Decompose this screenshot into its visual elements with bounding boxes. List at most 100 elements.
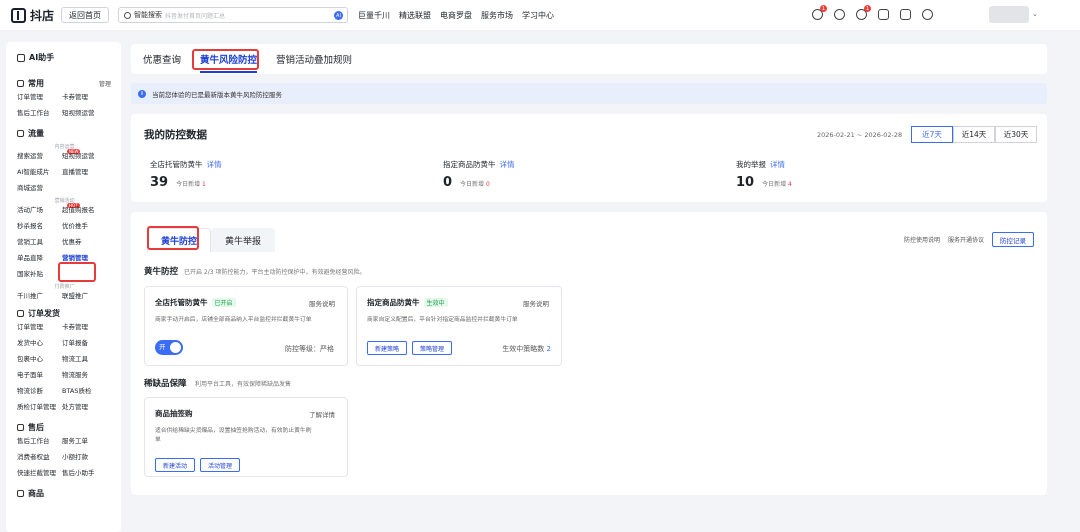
stat-sub-value: 0	[485, 181, 490, 188]
user-icon[interactable]	[834, 9, 845, 20]
top-nav-item[interactable]: 服务市场	[481, 10, 513, 21]
sidebar-item[interactable]: 快速拦截管理	[17, 469, 62, 478]
sidebar-item[interactable]: AI智能成片	[17, 168, 62, 177]
new-strategy-button[interactable]: 新建策略	[367, 341, 407, 355]
sidebar-item[interactable]: 订单管理	[17, 323, 62, 332]
sidebar-item[interactable]: 售后工作台	[17, 437, 62, 446]
monitor-icon[interactable]	[878, 9, 889, 20]
detail-link[interactable]: 详情	[500, 159, 515, 170]
top-nav-item[interactable]: 精选联盟	[399, 10, 431, 21]
sidebar-item[interactable]: 优价推手	[62, 222, 112, 231]
sidebar-item[interactable]: 商城运营	[17, 184, 62, 193]
strategy-count: 生效中策略数 2	[502, 344, 551, 354]
sidebar-item[interactable]: 发货中心	[17, 339, 62, 348]
sidebar-item[interactable]: 超值购报名	[62, 206, 112, 215]
range-7d-button[interactable]: 近7天	[911, 126, 953, 143]
sidebar-item[interactable]: 物流服务	[62, 371, 112, 380]
section-desc-scarce: 利用平台工具，有效保障稀缺品发售	[195, 381, 292, 388]
sidebar-item[interactable]: 小额打款	[62, 453, 112, 462]
tab-discount-query[interactable]: 优惠查询	[143, 52, 181, 66]
sidebar-item[interactable]: 卡券管理	[62, 323, 112, 332]
range-14d-button[interactable]: 近14天	[953, 126, 995, 143]
section-traffic: 流量	[17, 128, 121, 138]
sidebar-item[interactable]: 短视频运营	[62, 109, 112, 118]
app-icon[interactable]	[900, 9, 911, 20]
detail-link[interactable]: 详情	[770, 159, 785, 170]
sidebar-item[interactable]: 联盟推广	[62, 292, 112, 301]
paid-grid: 千川推广 联盟推广	[17, 292, 121, 301]
activity-manage-button[interactable]: 活动管理	[200, 458, 240, 472]
detail-link[interactable]: 详情	[207, 159, 222, 170]
sidebar-item[interactable]: 营销工具	[17, 238, 62, 247]
sidebar-item[interactable]: 活动广场HOT	[17, 203, 80, 215]
sidebar-item[interactable]: 售后小助手	[62, 469, 112, 478]
range-30d-button[interactable]: 近30天	[995, 126, 1037, 143]
strategy-manage-button[interactable]: 策略管理	[412, 341, 452, 355]
order-icon	[17, 309, 24, 317]
bell-icon[interactable]: 1	[812, 5, 827, 20]
date-range[interactable]: 2026-02-21 ~ 2026-02-28	[817, 131, 902, 139]
section-desc-control: 已开启 2/3 项防控能力，平台主动防控保护中，有效避免经营风险。	[184, 269, 366, 276]
ai-search-icon[interactable]: AI	[334, 11, 343, 20]
main-actions: 防控使用说明 服务开通协议 防控记录	[904, 232, 1034, 247]
card-desc: 商家手动开启后，店铺全部商品纳入平台监控并拦截黄牛订单	[155, 317, 312, 323]
plus-icon[interactable]	[922, 9, 933, 20]
chat-icon[interactable]: 1	[856, 5, 871, 20]
avatar[interactable]	[989, 6, 1029, 23]
learn-more-link[interactable]: 了解详情	[309, 409, 335, 419]
tab-stacking-rules[interactable]: 营销活动叠加规则	[276, 52, 352, 66]
manage-link[interactable]: 管理	[99, 79, 111, 88]
top-nav-item[interactable]: 电商罗盘	[440, 10, 472, 21]
order-grid: 订单管理 卡券管理 发货中心 订单报备 包裹中心 物流工具 电子面单 物流服务 …	[17, 323, 121, 412]
sidebar-item[interactable]: 物流工具	[62, 355, 112, 364]
sidebar-item[interactable]: 直播管理	[62, 168, 112, 177]
sidebar-item[interactable]: 订单管理	[17, 93, 62, 102]
sidebar-item[interactable]: BTAS质检	[62, 387, 112, 396]
record-button[interactable]: 防控记录	[992, 232, 1034, 247]
sidebar: AI助手 常用 管理 订单管理 卡券管理 售后工作台 短视频运营 流量 内容运营 …	[6, 42, 121, 532]
agreement-link[interactable]: 服务开通协议	[948, 235, 984, 244]
highlight-box	[192, 49, 259, 70]
back-home-button[interactable]: 返回首页	[61, 7, 109, 23]
sidebar-item[interactable]: 消费者权益	[17, 453, 62, 462]
logo[interactable]: 抖店	[11, 7, 54, 24]
new-activity-button[interactable]: 新建活动	[155, 458, 195, 472]
section-title: 售后	[28, 422, 44, 432]
sidebar-item[interactable]: 质检订单管理	[17, 403, 62, 412]
status-badge: 生效中	[423, 298, 448, 307]
sidebar-item[interactable]: 秒杀报名	[17, 222, 62, 231]
common-icon	[17, 79, 24, 87]
sidebar-item[interactable]: 订单报备	[62, 339, 112, 348]
highlight-box	[147, 226, 199, 250]
service-doc-link[interactable]: 服务说明	[523, 298, 549, 308]
chevron-down-icon[interactable]: ⌄	[1032, 10, 1038, 18]
top-nav-item[interactable]: 学习中心	[522, 10, 554, 21]
top-nav-item[interactable]: 巨量千川	[358, 10, 390, 21]
sidebar-item[interactable]: 卡券管理	[62, 93, 112, 102]
sidebar-item[interactable]: 短视频运营	[62, 152, 112, 161]
sidebar-item[interactable]: 优惠券	[62, 238, 112, 247]
service-doc-link[interactable]: 服务说明	[309, 298, 335, 308]
notice-bar: i 当前您体验的已是最新版本黄牛风险防控服务	[131, 83, 1047, 104]
sidebar-item[interactable]: 单品直降	[17, 254, 62, 263]
section-title: 商品	[28, 488, 44, 498]
sidebar-item[interactable]: 处方管理	[62, 403, 112, 412]
protect-toggle[interactable]: 开	[155, 340, 183, 355]
sidebar-item[interactable]: 千川推广	[17, 292, 62, 301]
sidebar-item[interactable]: 国家补贴	[17, 270, 62, 279]
search-input[interactable]: 智能搜索 抖音发付首页问题汇总 AI	[118, 7, 348, 23]
sidebar-item[interactable]: 包裹中心	[17, 355, 62, 364]
highlight-box	[58, 262, 96, 282]
sidebar-item[interactable]: 电子面单	[17, 371, 62, 380]
sidebar-item[interactable]: 服务工单	[62, 437, 112, 446]
sidebar-item[interactable]: 售后工作台	[17, 109, 62, 118]
ai-assistant[interactable]: AI助手	[17, 52, 121, 63]
sidebar-item[interactable]: 物流诊断	[17, 387, 62, 396]
level-label: 防控等级：	[285, 345, 320, 353]
section-aftersale: 售后	[17, 422, 121, 432]
tab-scalper-report[interactable]: 黄牛举报	[211, 228, 275, 252]
stat-sub: 今日新增	[762, 181, 787, 188]
guide-link[interactable]: 防控使用说明	[904, 235, 940, 244]
section-common: 常用 管理	[17, 78, 121, 88]
sidebar-item[interactable]: 搜索运营NEW	[17, 149, 81, 161]
